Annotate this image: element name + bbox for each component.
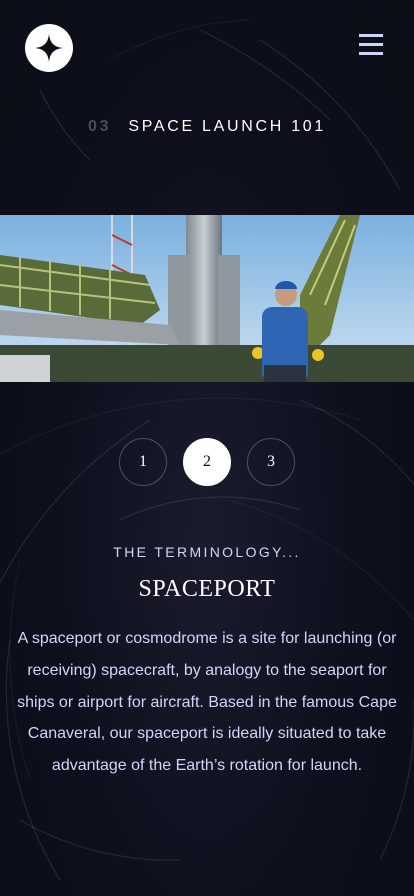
launch-pad-image [0, 215, 414, 382]
hamburger-menu-icon[interactable] [359, 34, 383, 55]
terminology-pager: 1 2 3 [0, 438, 414, 486]
pager-button-3[interactable]: 3 [247, 438, 295, 486]
pager-button-2[interactable]: 2 [183, 438, 231, 486]
terminology-eyebrow: THE TERMINOLOGY... [113, 544, 301, 560]
pager-button-1[interactable]: 1 [119, 438, 167, 486]
page-title: 03 SPACE LAUNCH 101 [0, 118, 414, 136]
technology-description: A spaceport or cosmodrome is a site for … [17, 630, 397, 775]
star-logo-icon[interactable] [25, 24, 73, 72]
page-number: 03 [88, 118, 112, 135]
site-header [25, 24, 389, 72]
page-title-text: SPACE LAUNCH 101 [128, 118, 326, 135]
technology-name: SPACEPORT [138, 576, 276, 602]
